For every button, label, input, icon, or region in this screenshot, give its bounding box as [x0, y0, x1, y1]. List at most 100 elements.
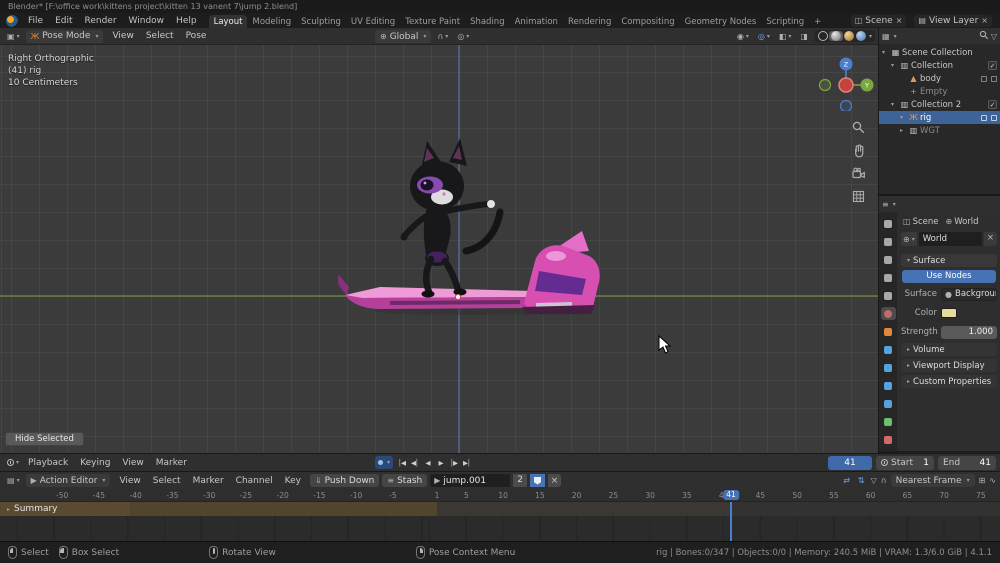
- zoom-icon[interactable]: [850, 119, 866, 135]
- color-swatch[interactable]: [941, 308, 957, 318]
- play-reverse-icon[interactable]: ◀: [421, 456, 434, 469]
- workspace-tab-compositing[interactable]: Compositing: [616, 15, 679, 28]
- proportional-edit-toggle[interactable]: ◎ ▾: [454, 31, 472, 42]
- properties-tab-scene[interactable]: [881, 289, 896, 302]
- workspace-tab-scripting[interactable]: Scripting: [761, 15, 809, 28]
- disclosure-icon[interactable]: ▾: [891, 62, 898, 69]
- outliner-row-collection-2[interactable]: ▾ ▥ Collection 2 ✓: [879, 98, 1000, 111]
- disclosure-icon[interactable]: ▾: [900, 114, 907, 121]
- jump-to-start-icon[interactable]: │◀: [395, 456, 408, 469]
- scene-selector[interactable]: ◫ Scene ×: [850, 14, 907, 27]
- workspace-tab-plus[interactable]: +: [809, 15, 826, 28]
- workspace-tab-modeling[interactable]: Modeling: [247, 15, 296, 28]
- visibility-icon[interactable]: [991, 114, 997, 121]
- modifier-wrench-icon[interactable]: [981, 75, 987, 82]
- collection-checkbox[interactable]: ✓: [988, 61, 997, 70]
- viewport-menu-pose[interactable]: Pose: [180, 31, 213, 41]
- playhead-line[interactable]: [730, 502, 732, 541]
- world-unlink-button[interactable]: ×: [983, 232, 997, 246]
- dopesheet-channels[interactable]: ▸ Summary: [0, 502, 1000, 541]
- hoverboard[interactable]: [337, 231, 600, 314]
- playhead-frame-tag[interactable]: 41: [723, 490, 739, 500]
- outliner-row-wgt[interactable]: ▸ ▥ WGT: [879, 124, 1000, 137]
- timeline-menu-marker[interactable]: Marker: [150, 458, 193, 468]
- scene-unlink-icon[interactable]: ×: [896, 16, 903, 25]
- camera-view-icon[interactable]: [850, 165, 866, 181]
- shading-material-button[interactable]: [843, 31, 854, 41]
- screen-icon[interactable]: [991, 75, 997, 82]
- workspace-tab-rendering[interactable]: Rendering: [563, 15, 616, 28]
- timeline-menu-keying[interactable]: Keying: [74, 458, 116, 468]
- properties-tab-render[interactable]: [881, 235, 896, 248]
- snap-toggle[interactable]: ∩ ▾: [434, 31, 451, 42]
- properties-tab-physics[interactable]: [881, 379, 896, 392]
- blender-logo-icon[interactable]: [6, 14, 18, 27]
- summary-channel[interactable]: ▸ Summary: [5, 504, 58, 514]
- properties-tab-modifiers[interactable]: [881, 343, 896, 356]
- properties-tab-material[interactable]: [881, 433, 896, 446]
- workspace-tab-sculpting[interactable]: Sculpting: [296, 15, 346, 28]
- hide-selected-button[interactable]: Hide Selected: [5, 432, 84, 446]
- properties-tab-output[interactable]: [881, 253, 896, 266]
- properties-tab-constraints[interactable]: [881, 397, 896, 410]
- xray-toggle[interactable]: ◨: [797, 31, 811, 42]
- dopesheet-menu-marker[interactable]: Marker: [187, 476, 230, 486]
- shading-wireframe-button[interactable]: [817, 31, 828, 41]
- viewport-menu-select[interactable]: Select: [140, 31, 180, 41]
- properties-tab-tool[interactable]: [881, 217, 896, 230]
- properties-tab-particles[interactable]: [881, 361, 896, 374]
- properties-tab-view-layer[interactable]: [881, 271, 896, 284]
- gizmo-x-ball[interactable]: [838, 77, 854, 93]
- menu-window[interactable]: Window: [123, 16, 171, 26]
- breadcrumb-world[interactable]: ⊕ World: [943, 217, 980, 227]
- grid-ortho-toggle-icon[interactable]: [850, 188, 866, 204]
- workspace-tab-uv-editing[interactable]: UV Editing: [346, 15, 400, 28]
- overlays-toggle[interactable]: ◧ ▾: [776, 31, 795, 42]
- world-browse-button[interactable]: ⊕ ▾: [901, 232, 917, 246]
- breadcrumb-scene[interactable]: ◫ Scene: [901, 217, 940, 227]
- outliner-row-rig[interactable]: ▾ Жrig: [879, 111, 1000, 124]
- dopesheet-menu-select[interactable]: Select: [147, 476, 187, 486]
- cat-character[interactable]: [400, 138, 504, 298]
- strength-slider[interactable]: 1.000: [941, 325, 997, 339]
- outliner-search-icon[interactable]: [979, 30, 989, 43]
- workspace-tab-shading[interactable]: Shading: [465, 15, 510, 28]
- gizmo-neg-y-ball[interactable]: [818, 78, 832, 92]
- disclosure-icon[interactable]: ▾: [882, 49, 889, 56]
- navigation-gizmo[interactable]: Z Y: [818, 55, 874, 111]
- outliner-row-empty[interactable]: + Empty: [879, 85, 1000, 98]
- disclosure-icon[interactable]: ▸: [7, 506, 10, 513]
- viewport-canvas[interactable]: Right Orthographic (41) rig 10 Centimete…: [0, 45, 878, 453]
- prev-keyframe-icon[interactable]: ◀│: [408, 456, 421, 469]
- dopesheet-menu-channel[interactable]: Channel: [230, 476, 279, 486]
- outliner-row-scene-collection[interactable]: ▾ ▦ Scene Collection: [879, 46, 1000, 59]
- use-nodes-button[interactable]: Use Nodes: [902, 270, 996, 283]
- stash-button[interactable]: ≡ Stash: [382, 474, 428, 487]
- fake-user-shield-button[interactable]: [529, 474, 545, 487]
- viewport-editor-type-button[interactable]: ▣ ▾: [4, 31, 23, 42]
- jump-to-end-icon[interactable]: ▶│: [460, 456, 473, 469]
- sync-markers-toggle[interactable]: ⇄: [841, 476, 852, 485]
- world-name-field[interactable]: World: [918, 232, 982, 246]
- viewport-menu-view[interactable]: View: [106, 31, 139, 41]
- workspace-tab-texture-paint[interactable]: Texture Paint: [400, 15, 465, 28]
- outliner-filter-icon[interactable]: ▽: [991, 32, 997, 41]
- shading-rendered-button[interactable]: [855, 31, 866, 41]
- menu-render[interactable]: Render: [79, 16, 123, 26]
- auto-keying-toggle[interactable]: ▾: [375, 456, 394, 469]
- view-layer-selector[interactable]: ▤ View Layer ×: [914, 14, 992, 27]
- properties-editor-icon[interactable]: ≡: [882, 200, 889, 209]
- gizmo-neg-z-ball[interactable]: [839, 99, 853, 112]
- panel-surface[interactable]: ▾ Surface: [901, 254, 997, 267]
- filter-funnel-icon[interactable]: ▽: [871, 476, 877, 485]
- push-down-button[interactable]: ⇓ Push Down: [309, 474, 380, 487]
- action-users-count[interactable]: 2: [513, 474, 527, 487]
- play-icon[interactable]: ▶: [434, 456, 447, 469]
- outliner-editor-icon[interactable]: ▦: [882, 32, 890, 41]
- dopesheet-body[interactable]: -50 -45 -40 -35 -30 -25 -20 -15 -10 -5 1 5 10 15 20 25 3…: [0, 489, 1000, 541]
- sliders-toggle[interactable]: ⇅: [856, 476, 867, 485]
- dopesheet-menu-view[interactable]: View: [113, 476, 146, 486]
- workspace-tab-geometry-nodes[interactable]: Geometry Nodes: [680, 15, 762, 28]
- properties-tab-object[interactable]: [881, 325, 896, 338]
- dopesheet-mode-dropdown[interactable]: ▶ Action Editor ▾: [25, 474, 111, 487]
